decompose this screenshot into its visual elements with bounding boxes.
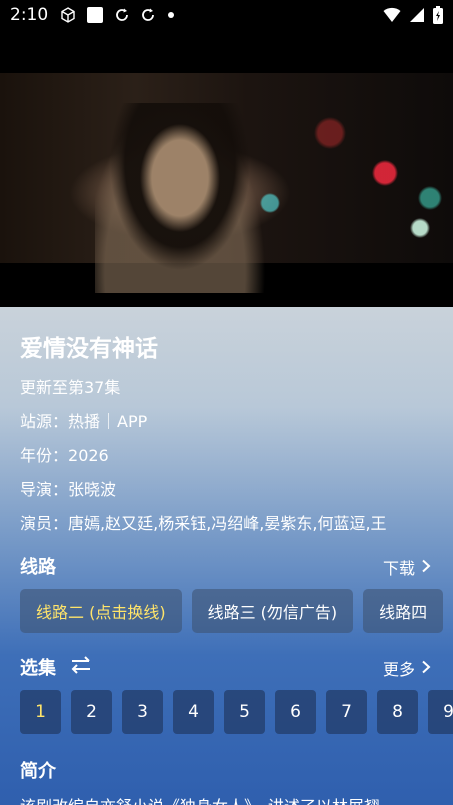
more-episodes-button[interactable]: 更多 <box>383 656 431 680</box>
divider <box>108 413 110 429</box>
video-player[interactable] <box>0 30 453 307</box>
episode-item[interactable]: 4 <box>173 690 214 734</box>
sync-icon-2 <box>140 7 156 23</box>
year-line: 年份：2026 <box>20 442 109 466</box>
year-label: 年份： <box>20 446 69 465</box>
battery-icon <box>433 6 443 24</box>
more-label: 更多 <box>382 660 415 679</box>
route-item[interactable]: 线路二 (点击换线) <box>20 589 182 633</box>
intro-text: 该剧改编自亦舒小说《独身女人》，讲述了以林展翘 <box>20 793 380 805</box>
source-value: 热播 <box>68 412 101 431</box>
episode-item[interactable]: 9 <box>428 690 453 734</box>
episode-item[interactable]: 2 <box>71 690 112 734</box>
route-item[interactable]: 线路四 <box>363 589 444 633</box>
episode-item[interactable]: 8 <box>377 690 418 734</box>
signal-icon <box>409 7 425 23</box>
episode-item[interactable]: 3 <box>122 690 163 734</box>
download-button[interactable]: 下载 <box>383 555 431 579</box>
source-app: APP <box>117 412 148 431</box>
route-item[interactable]: 线路三 (勿信广告) <box>191 589 354 633</box>
status-time: 2:10 <box>10 5 49 25</box>
cube-icon <box>60 7 76 23</box>
episodes-header: 选集 <box>20 654 92 680</box>
cast-line: 演员：唐嫣,赵又廷,杨采钰,冯绍峰,晏紫东,何蓝逗,王 <box>20 510 387 534</box>
episode-item[interactable]: 6 <box>275 690 316 734</box>
director-line: 导演：张晓波 <box>20 476 116 500</box>
dot-icon <box>166 10 176 20</box>
episodes-title: 选集 <box>20 658 56 679</box>
download-label: 下载 <box>382 559 415 578</box>
episode-item[interactable]: 5 <box>224 690 265 734</box>
square-icon <box>86 6 104 24</box>
system-icons <box>383 6 443 24</box>
video-figure <box>95 103 265 293</box>
route-list: 线路二 (点击换线) 线路三 (勿信广告) 线路四 <box>20 589 444 633</box>
sync-icon <box>114 7 130 23</box>
routes-title: 线路 <box>20 557 56 578</box>
chevron-right-icon <box>421 659 431 678</box>
director-label: 导演： <box>20 480 69 499</box>
swap-order-icon[interactable] <box>70 655 92 679</box>
episode-list: 1 2 3 4 5 6 7 8 9 <box>20 690 453 734</box>
wifi-icon <box>383 7 401 23</box>
cast-label: 演员： <box>20 514 69 533</box>
show-title: 爱情没有神话 <box>20 336 158 362</box>
update-status: 更新至第37集 <box>20 378 121 397</box>
cast-value: 唐嫣,赵又廷,杨采钰,冯绍峰,晏紫东,何蓝逗,王 <box>68 514 387 533</box>
source-label: 站源： <box>20 412 69 431</box>
source-line: 站源：热播 APP <box>20 408 147 432</box>
director-value: 张晓波 <box>68 480 117 499</box>
year-value: 2026 <box>68 446 109 465</box>
chevron-right-icon <box>421 558 431 577</box>
status-bar: 2:10 <box>0 0 453 30</box>
detail-panel: 爱情没有神话 更新至第37集 站源：热播 APP 年份：2026 导演：张晓波 演… <box>0 307 453 805</box>
intro-title: 简介 <box>20 761 56 782</box>
episode-item[interactable]: 1 <box>20 690 61 734</box>
notification-icons <box>60 6 176 24</box>
episode-item[interactable]: 7 <box>326 690 367 734</box>
video-frame <box>0 73 453 293</box>
